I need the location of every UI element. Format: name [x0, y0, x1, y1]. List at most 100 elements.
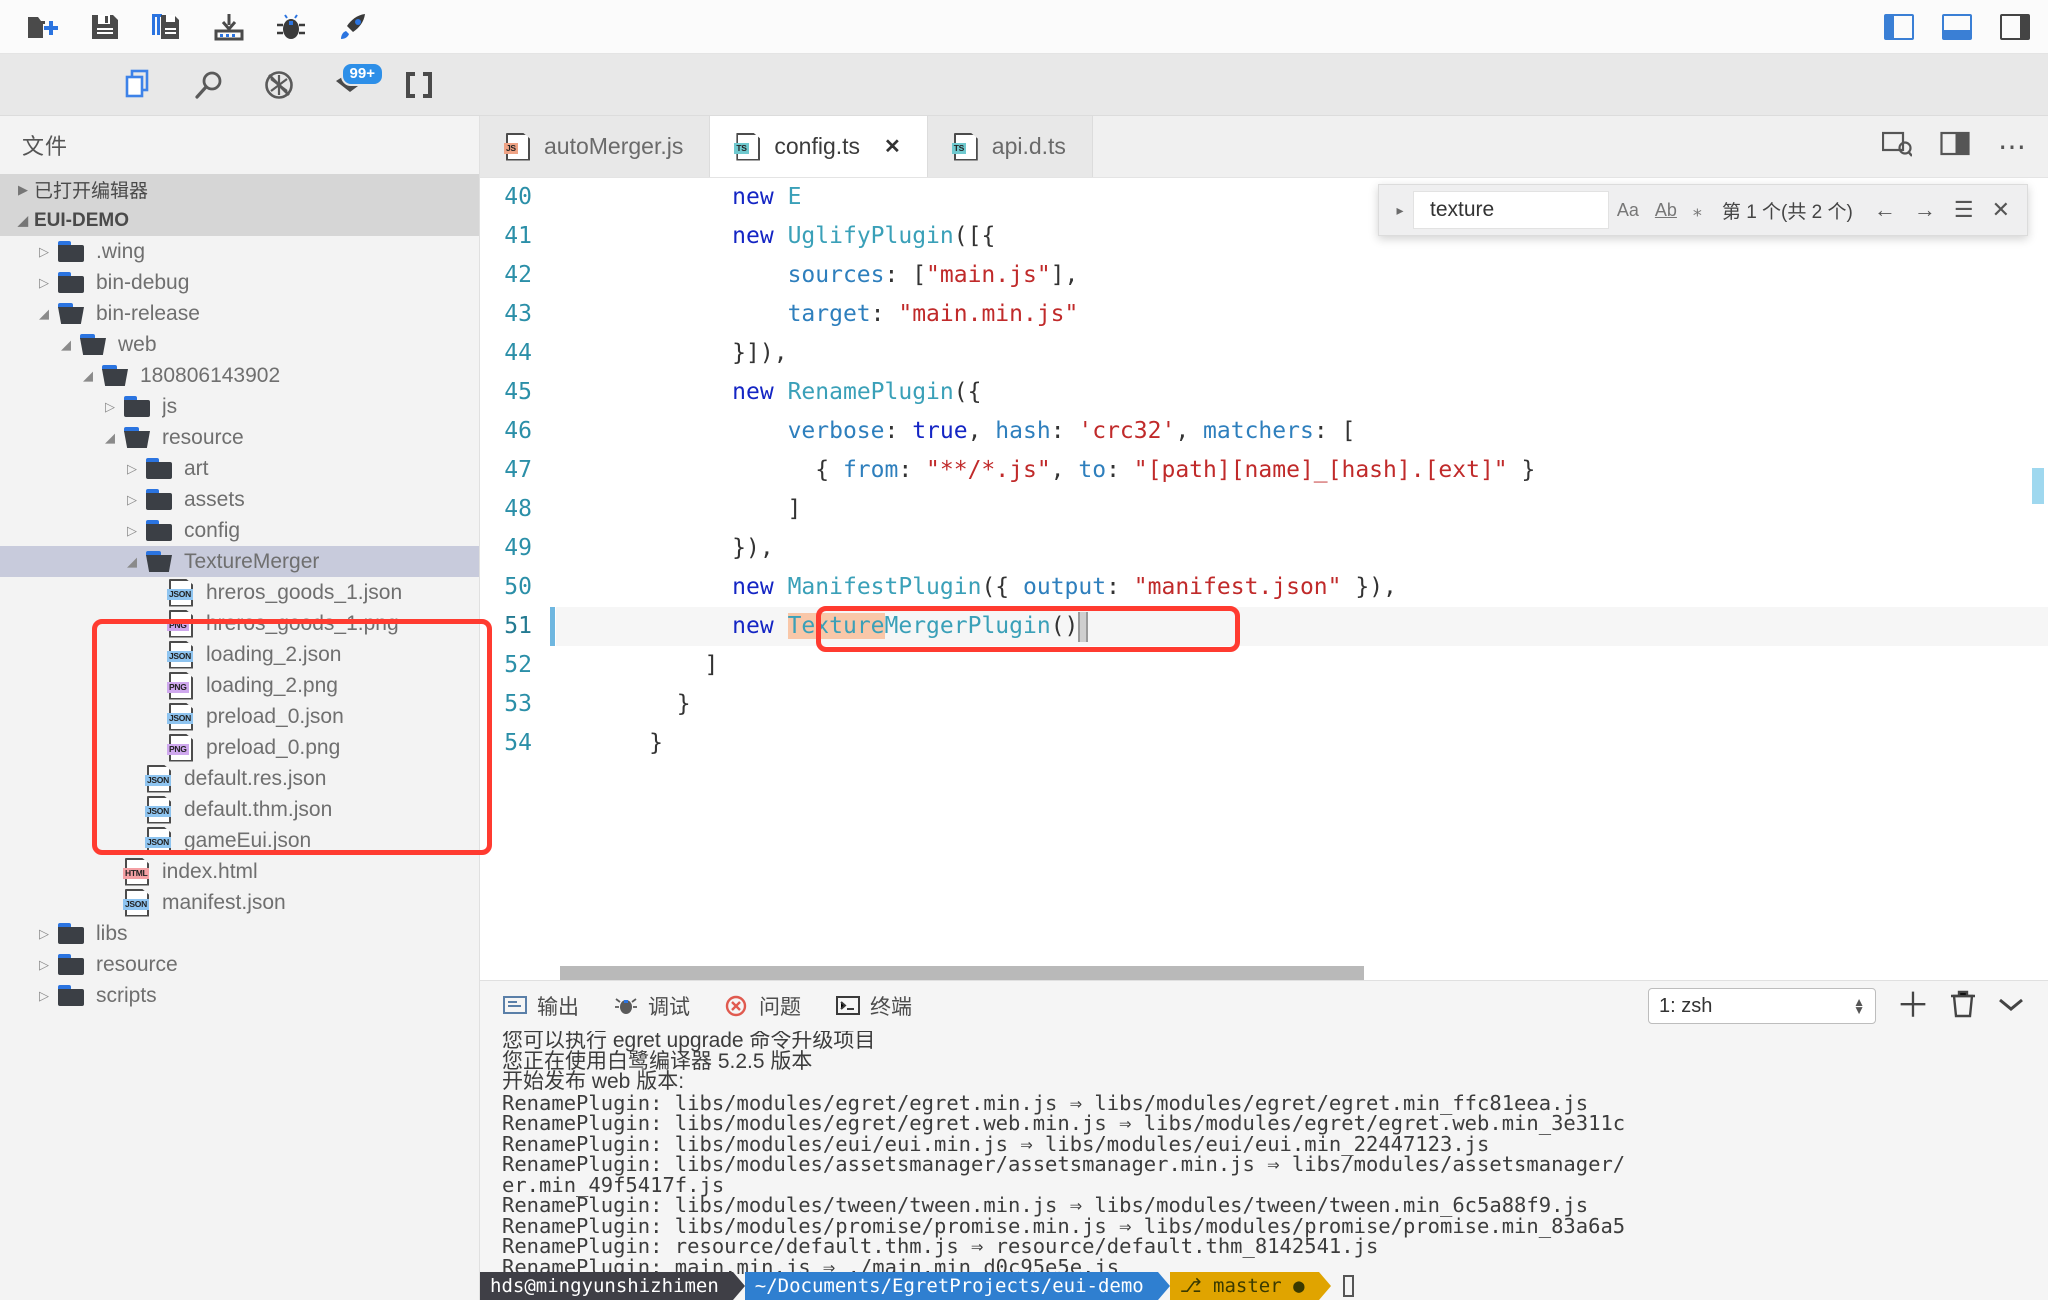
tree-folder-row[interactable]: ▷ art	[0, 453, 479, 484]
tree-item-label: resource	[162, 425, 244, 449]
tree-file-row[interactable]: JSON default.res.json	[0, 763, 479, 794]
code-line[interactable]: 42 sources: ["main.js"],	[480, 256, 2048, 295]
find-input[interactable]	[1428, 197, 1600, 223]
tree-folder-row[interactable]: ◢ bin-release	[0, 298, 479, 329]
activity-bar: 99+	[0, 54, 2048, 116]
activity-icon-group: 99+	[0, 61, 438, 104]
find-close-icon[interactable]: ✕	[1983, 197, 2019, 223]
debug-icon[interactable]	[274, 10, 308, 44]
tab-close-icon[interactable]: ✕	[884, 134, 901, 159]
tree-folder-row[interactable]: ◢ web	[0, 329, 479, 360]
terminal-line: 您可以执行 egret upgrade 命令升级项目	[502, 1031, 876, 1052]
tree-folder-row[interactable]: ▷ resource	[0, 949, 479, 980]
tree-folder-row[interactable]: ◢ 180806143902	[0, 360, 479, 391]
tab-label: autoMerger.js	[544, 133, 684, 159]
tree-folder-row[interactable]: ◢ resource	[0, 422, 479, 453]
terminal-output[interactable]: 您可以执行 egret upgrade 命令升级项目 您正在使用白鹭编译器 5.2…	[480, 1031, 2048, 1300]
source-control-icon[interactable]: 99+	[330, 61, 384, 104]
code-line[interactable]: 48 ]	[480, 490, 2048, 529]
code-line[interactable]: 53 }	[480, 685, 2048, 724]
new-terminal-icon[interactable]: ＋	[1896, 989, 1930, 1023]
tree-file-row[interactable]: JSON manifest.json	[0, 887, 479, 918]
file-tree[interactable]: ▷ .wing ▷ bin-debug ◢ bin-release ◢ web ◢ 1808061…	[0, 236, 479, 1300]
publish-rocket-icon[interactable]	[336, 10, 370, 44]
find-previous-icon[interactable]: ←	[1865, 197, 1905, 223]
editor-horizontal-scrollbar[interactable]	[560, 966, 1708, 980]
search-icon[interactable]	[190, 66, 228, 104]
find-in-selection-icon[interactable]: ☰	[1945, 197, 1983, 223]
code-line[interactable]: 46 verbose: true, hash: 'crc32', matcher…	[480, 412, 2048, 451]
new-folder-icon[interactable]	[26, 10, 60, 44]
tab-api-d-ts[interactable]: TS api.d.ts	[927, 116, 1093, 177]
code-line[interactable]: 45 new RenamePlugin({	[480, 373, 2048, 412]
code-line[interactable]: 50 new ManifestPlugin({ output: "manifes…	[480, 568, 2048, 607]
json-file-icon: JSON	[166, 640, 196, 669]
tree-file-row[interactable]: HTML index.html	[0, 856, 479, 887]
tab-config-ts[interactable]: TS config.ts ✕	[710, 116, 928, 177]
explorer-icon[interactable]	[120, 66, 158, 104]
tree-file-row[interactable]: PNG hreros_goods_1.png	[0, 608, 479, 639]
toggle-sidebar-icon[interactable]	[1884, 14, 1914, 40]
tree-file-row[interactable]: JSON gameEui.json	[0, 825, 479, 856]
tab-autoMerger-js[interactable]: JS autoMerger.js	[480, 116, 711, 177]
tree-file-row[interactable]: JSON preload_0.json	[0, 701, 479, 732]
code-line[interactable]: 49 }),	[480, 529, 2048, 568]
export-icon[interactable]	[212, 10, 246, 44]
tree-file-row[interactable]: PNG preload_0.png	[0, 732, 479, 763]
code-text: { from: "**/*.js", to: "[path][name]_[ha…	[550, 451, 1535, 490]
section-open-editors[interactable]: ▶ 已打开编辑器	[0, 174, 479, 205]
match-case-button[interactable]: Aa	[1609, 200, 1647, 221]
tree-file-row[interactable]: JSON loading_2.json	[0, 639, 479, 670]
toggle-right-panel-icon[interactable]	[2000, 14, 2030, 40]
extensions-icon[interactable]	[400, 66, 438, 104]
panel-tab-problems[interactable]: 问题	[724, 991, 801, 1021]
toggle-panel-icon[interactable]	[1942, 14, 1972, 40]
tree-file-row[interactable]: PNG loading_2.png	[0, 670, 479, 701]
split-preview-icon[interactable]	[1881, 131, 1913, 162]
tree-file-row[interactable]: JSON hreros_goods_1.json	[0, 577, 479, 608]
line-number: 52	[504, 652, 532, 678]
more-actions-icon[interactable]: ⋯	[1998, 132, 2026, 160]
terminal-select[interactable]: 1: zsh ▲ ▼	[1648, 988, 1876, 1024]
tree-folder-row[interactable]: ▷ js	[0, 391, 479, 422]
find-expand-icon[interactable]: ▸	[1387, 202, 1413, 219]
section-project-root[interactable]: ◢ EUI-DEMO	[0, 205, 479, 236]
panel-tab-terminal[interactable]: 终端	[835, 991, 912, 1021]
explorer-title: 文件	[22, 134, 69, 159]
tree-folder-row[interactable]: ▷ scripts	[0, 980, 479, 1011]
line-number: 43	[504, 301, 532, 327]
tree-file-row[interactable]: JSON default.thm.json	[0, 794, 479, 825]
chevron-right-icon: ▷	[127, 460, 137, 476]
tree-folder-row[interactable]: ▷ libs	[0, 918, 479, 949]
tree-folder-row[interactable]: ▷ config	[0, 515, 479, 546]
find-input-wrapper[interactable]	[1413, 191, 1609, 229]
tree-folder-row[interactable]: ▷ bin-debug	[0, 267, 479, 298]
code-line[interactable]: 44 }]),	[480, 334, 2048, 373]
code-editor[interactable]: 40 new E 41 new UglifyPlugin([{42 sources…	[480, 178, 2048, 980]
code-line[interactable]: 47 { from: "**/*.js", to: "[path][name]_…	[480, 451, 2048, 490]
code-line[interactable]: 54 }	[480, 724, 2048, 763]
tree-folder-row[interactable]: ▷ assets	[0, 484, 479, 515]
debug-run-icon[interactable]	[260, 66, 298, 104]
split-editor-icon[interactable]	[1940, 131, 1970, 162]
hide-panel-icon[interactable]	[1996, 992, 2026, 1021]
code-line[interactable]: 52 ]	[480, 646, 2048, 685]
tree-folder-row[interactable]: ▷ .wing	[0, 236, 479, 267]
save-all-icon[interactable]	[150, 10, 184, 44]
kill-terminal-icon[interactable]	[1950, 990, 1976, 1023]
regex-button[interactable]: ⁎	[1685, 200, 1710, 221]
panel-tab-debug[interactable]: 调试	[613, 991, 690, 1021]
toolbar-icon-group	[0, 10, 370, 44]
find-widget[interactable]: ▸ Aa Ab ⁎ 第 1 个(共 2 个) ← → ☰ ✕	[1378, 184, 2028, 236]
save-icon[interactable]	[88, 10, 122, 44]
code-line[interactable]: 51 new TextureMergerPlugin()	[480, 607, 2048, 646]
find-next-icon[interactable]: →	[1905, 197, 1945, 223]
code-token: 'crc32'	[1078, 418, 1176, 444]
code-line[interactable]: 43 target: "main.min.js"	[480, 295, 2048, 334]
tree-folder-row[interactable]: ◢ TextureMerger	[0, 546, 479, 577]
whole-word-button[interactable]: Ab	[1647, 200, 1685, 221]
panel-tab-output[interactable]: 输出	[502, 991, 579, 1021]
